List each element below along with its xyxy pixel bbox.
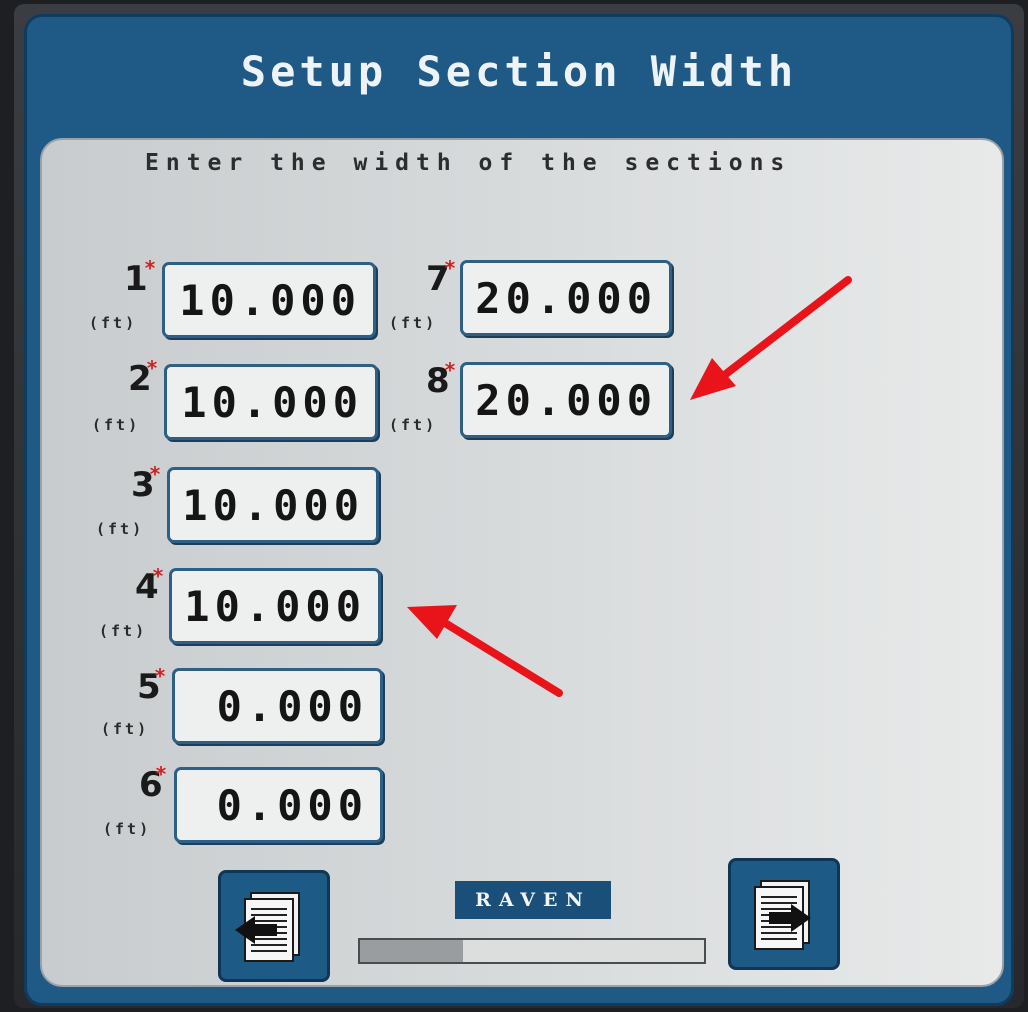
section-1-unit: (ft) xyxy=(89,314,138,332)
required-marker: * xyxy=(444,256,457,280)
section-8-width-field[interactable]: 20.000 xyxy=(460,362,672,438)
section-5-width-field[interactable]: 0.000 xyxy=(172,668,383,744)
required-marker: * xyxy=(154,664,167,688)
required-marker: * xyxy=(444,358,457,382)
required-marker: * xyxy=(152,564,165,588)
page-back-arrow-icon xyxy=(235,892,300,962)
section-2-width-field[interactable]: 10.000 xyxy=(164,364,378,440)
section-6-width-field[interactable]: 0.000 xyxy=(174,767,383,843)
section-4-unit: (ft) xyxy=(99,622,148,640)
progress-fill xyxy=(360,940,464,962)
annotation-arrow xyxy=(690,276,852,400)
section-4-width-field[interactable]: 10.000 xyxy=(169,568,381,644)
back-page-button[interactable] xyxy=(218,870,330,982)
section-5-unit: (ft) xyxy=(101,720,150,738)
section-8-unit: (ft) xyxy=(389,416,438,434)
next-page-button[interactable] xyxy=(728,858,840,970)
section-7-width-field[interactable]: 20.000 xyxy=(460,260,672,336)
instruction-text: Enter the width of the sections xyxy=(145,150,792,176)
required-marker: * xyxy=(146,356,159,380)
annotation-arrow xyxy=(407,605,563,697)
setup-progress-bar xyxy=(358,938,706,964)
raven-logo: RAVEN xyxy=(455,881,611,919)
required-marker: * xyxy=(144,256,157,280)
section-2-unit: (ft) xyxy=(92,416,141,434)
section-1-width-field[interactable]: 10.000 xyxy=(162,262,376,338)
page-next-arrow-icon xyxy=(754,880,811,950)
required-marker: * xyxy=(155,762,168,786)
required-marker: * xyxy=(149,462,162,486)
section-3-unit: (ft) xyxy=(96,520,145,538)
page-title: Setup Section Width xyxy=(240,47,798,96)
section-3-width-field[interactable]: 10.000 xyxy=(167,467,379,543)
section-6-unit: (ft) xyxy=(103,820,152,838)
section-7-unit: (ft) xyxy=(389,314,438,332)
